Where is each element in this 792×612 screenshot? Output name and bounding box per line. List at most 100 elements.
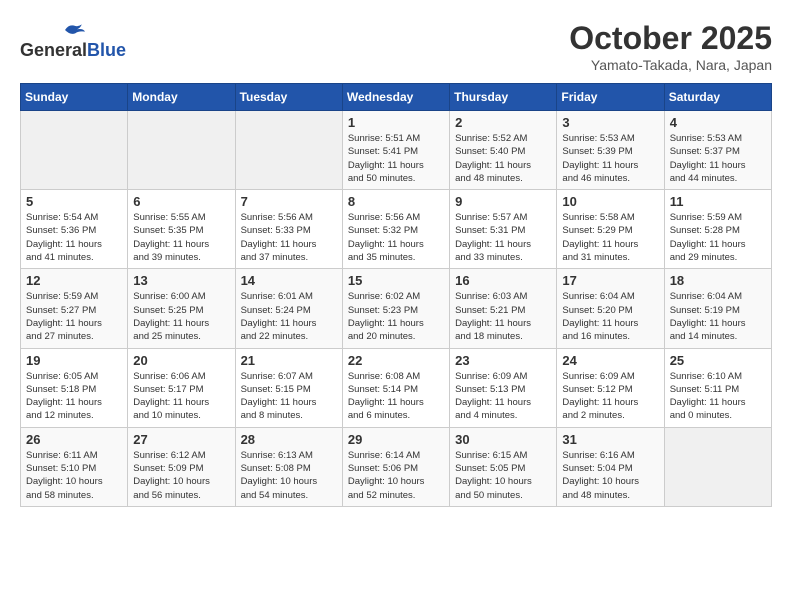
- day-number: 3: [562, 115, 658, 130]
- day-number: 16: [455, 273, 551, 288]
- calendar-cell: 18 Sunrise: 6:04 AM Sunset: 5:19 PM Dayli…: [664, 269, 771, 348]
- logo: General Blue: [20, 20, 126, 61]
- day-number: 5: [26, 194, 122, 209]
- day-detail: Sunrise: 6:16 AM Sunset: 5:04 PM Dayligh…: [562, 449, 658, 502]
- day-detail: Sunrise: 5:54 AM Sunset: 5:36 PM Dayligh…: [26, 211, 122, 264]
- day-number: 13: [133, 273, 229, 288]
- calendar-cell: 14Sunrise: 6:01 AM Sunset: 5:24 PM Dayli…: [235, 269, 342, 348]
- day-detail: Sunrise: 6:03 AM Sunset: 5:21 PM Dayligh…: [455, 290, 551, 343]
- calendar-cell: 8 Sunrise: 5:56 AM Sunset: 5:32 PM Daylig…: [342, 190, 449, 269]
- calendar-cell: 3 Sunrise: 5:53 AM Sunset: 5:39 PM Daylig…: [557, 111, 664, 190]
- calendar-cell: 21 Sunrise: 6:07 AM Sunset: 5:15 PM Dayli…: [235, 348, 342, 427]
- day-detail: Sunrise: 5:52 AM Sunset: 5:40 PM Dayligh…: [455, 132, 551, 185]
- day-number: 7: [241, 194, 337, 209]
- day-detail: Sunrise: 6:11 AM Sunset: 5:10 PM Dayligh…: [26, 449, 122, 502]
- weekday-header-friday: Friday: [557, 84, 664, 111]
- day-number: 18: [670, 273, 766, 288]
- day-number: 22: [348, 353, 444, 368]
- month-title: October 2025: [569, 20, 772, 57]
- day-detail: Sunrise: 5:57 AM Sunset: 5:31 PM Dayligh…: [455, 211, 551, 264]
- weekday-header-row: SundayMondayTuesdayWednesdayThursdayFrid…: [21, 84, 772, 111]
- calendar-cell: [128, 111, 235, 190]
- day-number: 2: [455, 115, 551, 130]
- day-detail: Sunrise: 5:59 AM Sunset: 5:28 PM Dayligh…: [670, 211, 766, 264]
- calendar-cell: 24 Sunrise: 6:09 AM Sunset: 5:12 PM Dayli…: [557, 348, 664, 427]
- page-header: General Blue October 2025 Yamato-Takada,…: [20, 20, 772, 73]
- calendar-cell: 30 Sunrise: 6:15 AM Sunset: 5:05 PM Dayli…: [450, 427, 557, 506]
- calendar-cell: 9 Sunrise: 5:57 AM Sunset: 5:31 PM Daylig…: [450, 190, 557, 269]
- bird-icon: [61, 20, 85, 40]
- weekday-header-tuesday: Tuesday: [235, 84, 342, 111]
- day-number: 21: [241, 353, 337, 368]
- day-detail: Sunrise: 6:15 AM Sunset: 5:05 PM Dayligh…: [455, 449, 551, 502]
- calendar-cell: 12 Sunrise: 5:59 AM Sunset: 5:27 PM Dayli…: [21, 269, 128, 348]
- day-detail: Sunrise: 6:12 AM Sunset: 5:09 PM Dayligh…: [133, 449, 229, 502]
- calendar-cell: 17 Sunrise: 6:04 AM Sunset: 5:20 PM Dayli…: [557, 269, 664, 348]
- day-number: 15: [348, 273, 444, 288]
- day-number: 17: [562, 273, 658, 288]
- calendar-cell: 20 Sunrise: 6:06 AM Sunset: 5:17 PM Dayli…: [128, 348, 235, 427]
- logo-general-text: General: [20, 40, 87, 61]
- day-number: 8: [348, 194, 444, 209]
- day-detail: Sunrise: 6:09 AM Sunset: 5:12 PM Dayligh…: [562, 370, 658, 423]
- calendar-week-row: 1 Sunrise: 5:51 AM Sunset: 5:41 PM Daylig…: [21, 111, 772, 190]
- day-detail: Sunrise: 5:56 AM Sunset: 5:32 PM Dayligh…: [348, 211, 444, 264]
- day-detail: Sunrise: 5:59 AM Sunset: 5:27 PM Dayligh…: [26, 290, 122, 343]
- calendar-table: SundayMondayTuesdayWednesdayThursdayFrid…: [20, 83, 772, 507]
- day-detail: Sunrise: 6:06 AM Sunset: 5:17 PM Dayligh…: [133, 370, 229, 423]
- day-number: 29: [348, 432, 444, 447]
- day-number: 31: [562, 432, 658, 447]
- calendar-cell: 5 Sunrise: 5:54 AM Sunset: 5:36 PM Daylig…: [21, 190, 128, 269]
- day-number: 20: [133, 353, 229, 368]
- calendar-cell: 28Sunrise: 6:13 AM Sunset: 5:08 PM Dayli…: [235, 427, 342, 506]
- calendar-cell: 15 Sunrise: 6:02 AM Sunset: 5:23 PM Dayli…: [342, 269, 449, 348]
- calendar-cell: 29 Sunrise: 6:14 AM Sunset: 5:06 PM Dayli…: [342, 427, 449, 506]
- day-detail: Sunrise: 6:02 AM Sunset: 5:23 PM Dayligh…: [348, 290, 444, 343]
- calendar-week-row: 12 Sunrise: 5:59 AM Sunset: 5:27 PM Dayli…: [21, 269, 772, 348]
- calendar-cell: 11 Sunrise: 5:59 AM Sunset: 5:28 PM Dayli…: [664, 190, 771, 269]
- calendar-cell: 2 Sunrise: 5:52 AM Sunset: 5:40 PM Daylig…: [450, 111, 557, 190]
- day-number: 27: [133, 432, 229, 447]
- day-number: 4: [670, 115, 766, 130]
- day-detail: Sunrise: 6:04 AM Sunset: 5:20 PM Dayligh…: [562, 290, 658, 343]
- day-detail: Sunrise: 6:09 AM Sunset: 5:13 PM Dayligh…: [455, 370, 551, 423]
- day-number: 19: [26, 353, 122, 368]
- calendar-cell: 6Sunrise: 5:55 AM Sunset: 5:35 PM Daylig…: [128, 190, 235, 269]
- day-detail: Sunrise: 5:53 AM Sunset: 5:39 PM Dayligh…: [562, 132, 658, 185]
- calendar-cell: 25 Sunrise: 6:10 AM Sunset: 5:11 PM Dayli…: [664, 348, 771, 427]
- day-detail: Sunrise: 5:53 AM Sunset: 5:37 PM Dayligh…: [670, 132, 766, 185]
- day-number: 25: [670, 353, 766, 368]
- day-detail: Sunrise: 6:10 AM Sunset: 5:11 PM Dayligh…: [670, 370, 766, 423]
- day-number: 26: [26, 432, 122, 447]
- day-number: 23: [455, 353, 551, 368]
- weekday-header-wednesday: Wednesday: [342, 84, 449, 111]
- calendar-cell: [664, 427, 771, 506]
- day-number: 9: [455, 194, 551, 209]
- logo-blue-text: Blue: [87, 40, 126, 61]
- day-detail: Sunrise: 5:51 AM Sunset: 5:41 PM Dayligh…: [348, 132, 444, 185]
- calendar-cell: 4 Sunrise: 5:53 AM Sunset: 5:37 PM Daylig…: [664, 111, 771, 190]
- calendar-cell: 23 Sunrise: 6:09 AM Sunset: 5:13 PM Dayli…: [450, 348, 557, 427]
- calendar-cell: [21, 111, 128, 190]
- weekday-header-monday: Monday: [128, 84, 235, 111]
- location-subtitle: Yamato-Takada, Nara, Japan: [569, 57, 772, 73]
- weekday-header-saturday: Saturday: [664, 84, 771, 111]
- day-detail: Sunrise: 6:07 AM Sunset: 5:15 PM Dayligh…: [241, 370, 337, 423]
- day-detail: Sunrise: 6:14 AM Sunset: 5:06 PM Dayligh…: [348, 449, 444, 502]
- day-detail: Sunrise: 6:04 AM Sunset: 5:19 PM Dayligh…: [670, 290, 766, 343]
- calendar-week-row: 26 Sunrise: 6:11 AM Sunset: 5:10 PM Dayli…: [21, 427, 772, 506]
- day-detail: Sunrise: 5:58 AM Sunset: 5:29 PM Dayligh…: [562, 211, 658, 264]
- calendar-cell: 19Sunrise: 6:05 AM Sunset: 5:18 PM Dayli…: [21, 348, 128, 427]
- calendar-cell: 31 Sunrise: 6:16 AM Sunset: 5:04 PM Dayli…: [557, 427, 664, 506]
- calendar-week-row: 5 Sunrise: 5:54 AM Sunset: 5:36 PM Daylig…: [21, 190, 772, 269]
- day-number: 10: [562, 194, 658, 209]
- calendar-week-row: 19Sunrise: 6:05 AM Sunset: 5:18 PM Dayli…: [21, 348, 772, 427]
- day-number: 30: [455, 432, 551, 447]
- day-number: 11: [670, 194, 766, 209]
- calendar-cell: 10 Sunrise: 5:58 AM Sunset: 5:29 PM Dayli…: [557, 190, 664, 269]
- calendar-cell: [235, 111, 342, 190]
- weekday-header-thursday: Thursday: [450, 84, 557, 111]
- day-number: 24: [562, 353, 658, 368]
- day-number: 12: [26, 273, 122, 288]
- day-number: 1: [348, 115, 444, 130]
